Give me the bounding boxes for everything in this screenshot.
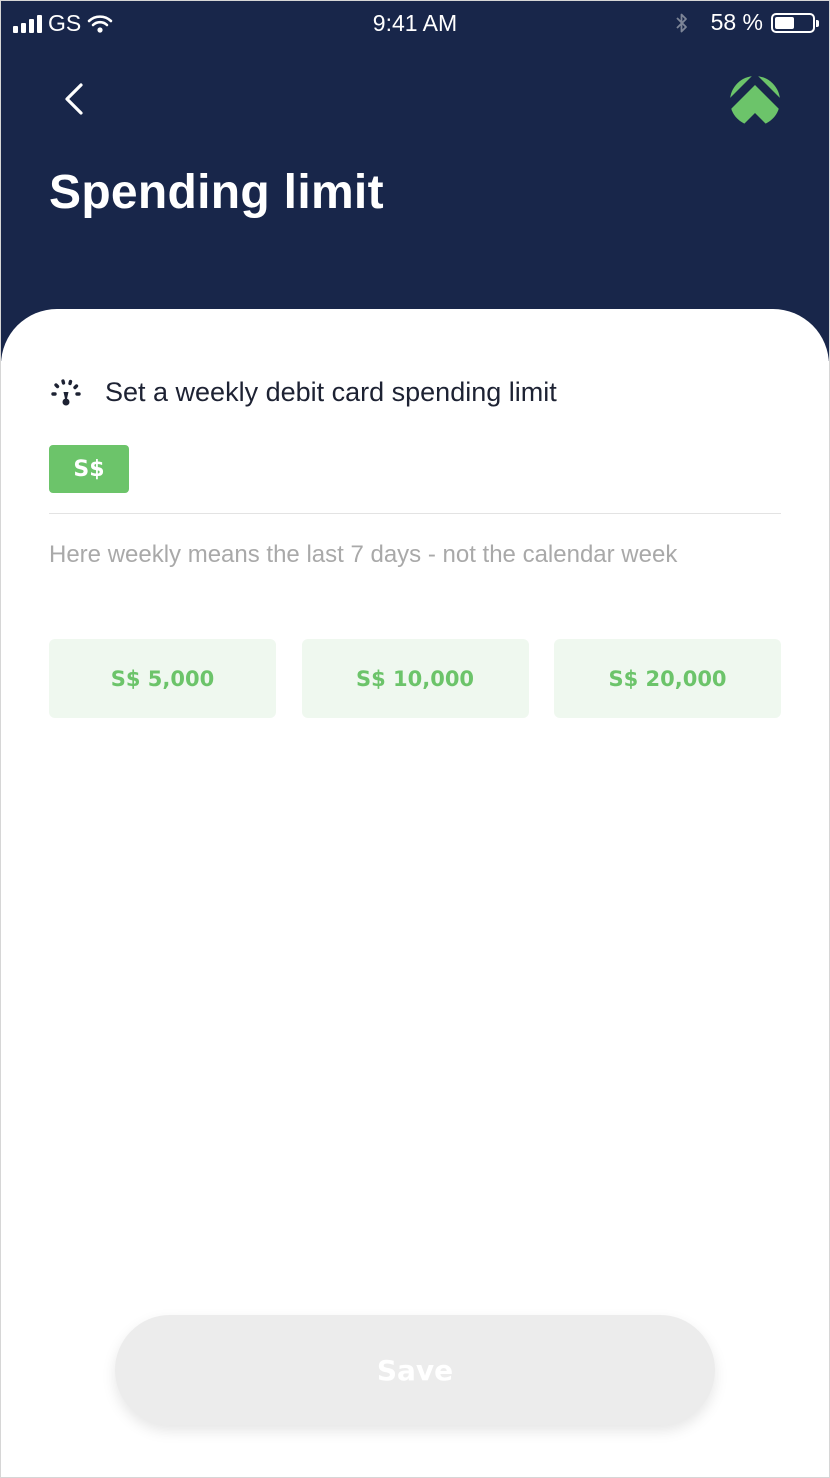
weekly-hint: Here weekly means the last 7 days - not … (49, 541, 678, 568)
limit-header: Set a weekly debit card spending limit (49, 375, 557, 409)
currency-badge: S$ (49, 445, 129, 493)
save-button[interactable]: Save (115, 1315, 715, 1425)
content-sheet: Set a weekly debit card spending limit S… (1, 309, 829, 1477)
amount-input[interactable] (141, 445, 785, 495)
brand-logo-icon (730, 76, 780, 126)
status-bar: GS 9:41 AM 58 % (1, 1, 829, 45)
preset-5000-button[interactable]: S$ 5,000 (49, 639, 276, 718)
battery-icon (771, 12, 819, 33)
page-title: Spending limit (49, 166, 384, 219)
input-underline (49, 513, 781, 514)
status-right: 58 % (675, 9, 819, 36)
preset-20000-button[interactable]: S$ 20,000 (554, 639, 781, 718)
back-button[interactable] (53, 75, 97, 123)
limit-label: Set a weekly debit card spending limit (105, 376, 557, 407)
chevron-left-icon (65, 83, 83, 115)
header: GS 9:41 AM 58 % Spending limit (1, 1, 829, 361)
gauge-icon (51, 379, 81, 406)
phone-screen: GS 9:41 AM 58 % Spending limit Set a wee… (0, 0, 830, 1478)
preset-10000-button[interactable]: S$ 10,000 (301, 639, 529, 718)
battery-percentage: 58 % (710, 9, 763, 35)
preset-amounts: S$ 5,000 S$ 10,000 S$ 20,000 (49, 639, 781, 718)
bluetooth-icon (675, 13, 687, 32)
